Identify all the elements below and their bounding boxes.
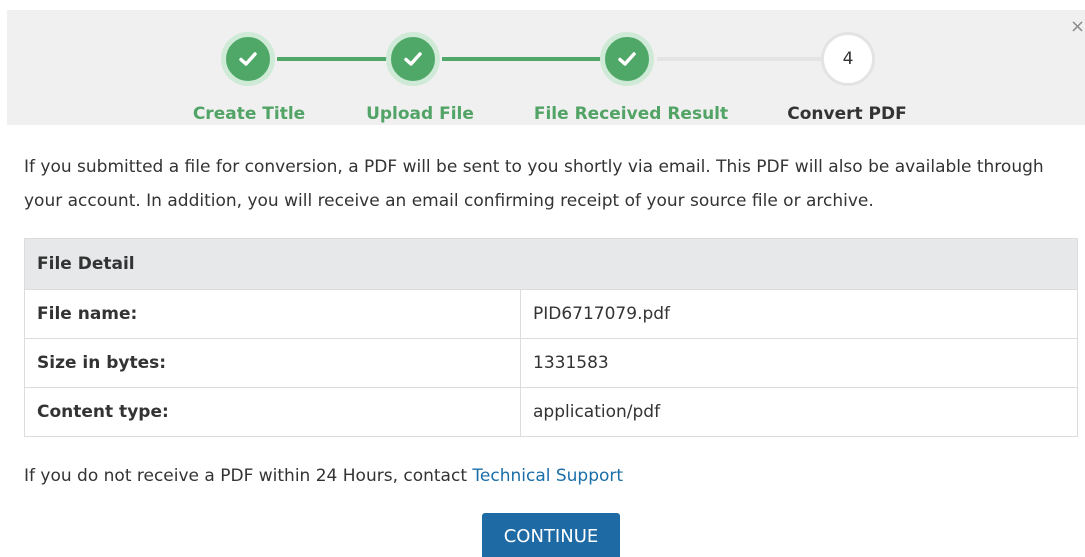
progress-line-1 [277,57,397,61]
table-row: Size in bytes: 1331583 [24,338,1078,388]
step-3-complete-icon [600,32,654,86]
step-label-file-received-result: File Received Result [533,104,729,124]
size-value: 1331583 [520,338,1078,388]
technical-support-link[interactable]: Technical Support [472,466,623,486]
file-detail-table: File Detail File name: PID6717079.pdf Si… [24,238,1078,437]
table-row: File name: PID6717079.pdf [24,289,1078,339]
continue-button[interactable]: CONTINUE [482,513,620,557]
close-icon[interactable]: × [1070,18,1085,36]
file-detail-header: File Detail [24,238,1078,290]
file-name-value: PID6717079.pdf [520,289,1078,339]
support-note: If you do not receive a PDF within 24 Ho… [24,466,623,486]
intro-text: If you submitted a file for conversion, … [24,157,1044,211]
table-header-row: File Detail [24,238,1078,290]
check-icon [239,52,257,66]
table-row: Content type: application/pdf [24,387,1078,437]
progress-line-2 [442,57,612,61]
file-name-label: File name: [24,289,521,339]
progress-line-3 [657,57,827,61]
wizard-header: 4 Create Title Upload File File Received… [7,10,1085,125]
check-icon [404,52,422,66]
step-label-upload-file: Upload File [366,104,474,124]
step-label-create-title: Create Title [192,104,306,124]
step-4-number: 4 [821,32,875,86]
check-icon [618,52,636,66]
step-label-convert-pdf: Convert PDF [787,104,907,124]
step-1-complete-icon [221,32,275,86]
size-label: Size in bytes: [24,338,521,388]
content-type-value: application/pdf [520,387,1078,437]
step-2-complete-icon [386,32,440,86]
support-note-text: If you do not receive a PDF within 24 Ho… [24,466,473,486]
content-type-label: Content type: [24,387,521,437]
